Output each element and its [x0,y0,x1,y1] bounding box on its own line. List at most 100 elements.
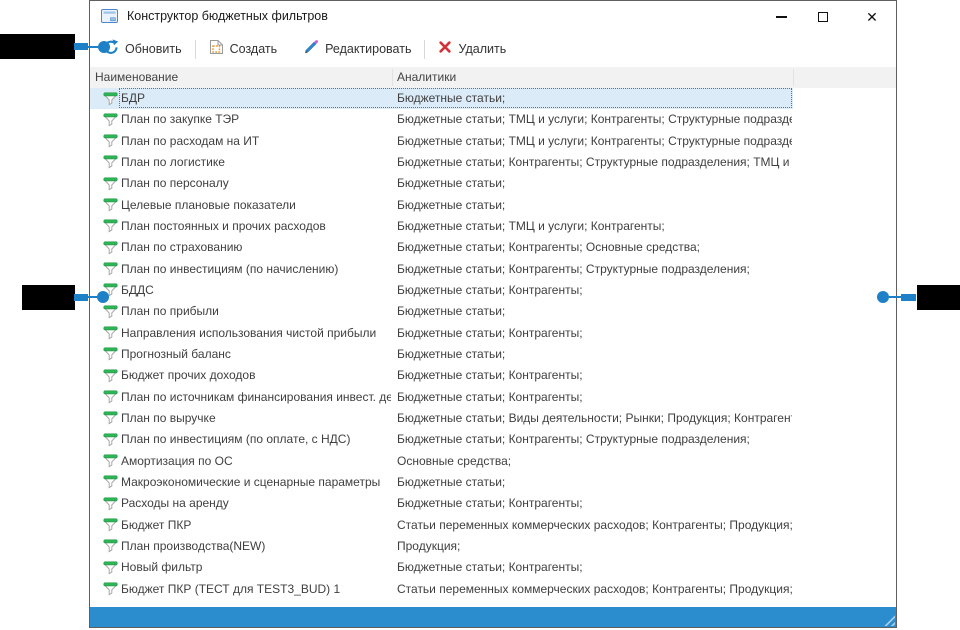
close-icon: ✕ [866,10,878,24]
new-document-icon [209,39,224,60]
connector-line-thick [74,43,88,50]
row-analytics: Статьи переменных коммерческих расходов;… [397,579,792,600]
row-analytics: Бюджетные статьи; [397,301,792,322]
connector-line-thick [74,294,88,301]
row-analytics: Бюджетные статьи; Контрагенты; [397,323,792,344]
redaction-box-mid-right [917,285,960,310]
table-body: БДРБюджетные статьи;План по закупке ТЭРБ… [90,88,896,600]
row-name: План производства(NEW) [121,536,391,557]
connector-dot [97,291,109,303]
edit-label: Редактировать [325,42,411,56]
row-analytics: Бюджетные статьи; Контрагенты; [397,387,792,408]
table-row[interactable]: План по инвестициям (по оплате, с НДС)Бю… [90,429,793,450]
row-analytics: Статьи переменных коммерческих расходов;… [397,515,792,536]
table-row[interactable]: Прогнозный балансБюджетные статьи; [90,344,793,365]
filter-funnel-icon [103,539,118,558]
row-name: План по инвестициям (по оплате, с НДС) [121,429,391,450]
table-row[interactable]: План по страхованию Бюджетные статьи; Кон… [90,237,793,258]
column-header-name[interactable]: Наименование [95,67,178,88]
row-analytics: Бюджетные статьи; [397,472,792,493]
row-name: План по инвестициям (по начислению) [121,259,391,280]
maximize-button[interactable] [806,7,840,26]
row-analytics: Бюджетные статьи; Контрагенты; Основные … [397,237,792,258]
row-analytics: Бюджетные статьи; ТМЦ и услуги; Контраге… [397,109,792,130]
edit-button[interactable]: Редактировать [303,39,411,60]
table-row[interactable]: План производства(NEW) Продукция; [90,536,793,557]
table-row[interactable]: Направления использования чистой прибыли… [90,323,793,344]
filter-funnel-icon [103,497,118,516]
resize-grip-icon[interactable] [881,612,895,626]
toolbar-separator [195,40,196,59]
row-analytics: Основные средства; [397,451,792,472]
row-analytics: Бюджетные статьи; [397,88,792,109]
row-name: План по персоналу [121,173,391,194]
create-button[interactable]: Создать [209,39,278,60]
pencil-icon [303,39,319,60]
filter-funnel-icon [103,198,118,217]
row-name: План по выручке [121,408,391,429]
filter-funnel-icon [103,347,118,366]
row-name: БДР [121,88,391,109]
table-row[interactable]: Бюджет ПКРСтатьи переменных коммерческих… [90,515,793,536]
table-row[interactable]: Амортизация по ОСОсновные средства; [90,451,793,472]
table-row[interactable]: Бюджет ПКР (ТЕСТ для TEST3_BUD) 1 Статьи … [90,579,793,600]
row-analytics: Продукция; [397,536,792,557]
row-name: Прогнозный баланс [121,344,391,365]
app-window-icon [101,9,118,23]
row-name: План по страхованию [121,237,391,258]
filter-funnel-icon [103,454,118,473]
table-row[interactable]: План по расходам на ИТБюджетные статьи; … [90,131,793,152]
table-row[interactable]: План постоянных и прочих расходовБюджетн… [90,216,793,237]
row-name: Макроэкономические и сценарные параметры [121,472,391,493]
filter-funnel-icon [103,326,118,345]
filter-funnel-icon [103,262,118,281]
title-bar[interactable]: Конструктор бюджетных фильтров ✕ [90,1,896,31]
close-button[interactable]: ✕ [855,7,889,26]
table-row[interactable]: План по инвестициям (по начислению)Бюдже… [90,259,793,280]
connector-dot [98,41,110,53]
table-row[interactable]: Макроэкономические и сценарные параметры… [90,472,793,493]
connector-line-thick [901,294,916,301]
table-row[interactable]: План по источникам финансирования инвест… [90,387,793,408]
row-analytics: Бюджетные статьи; [397,173,792,194]
delete-label: Удалить [458,42,506,56]
refresh-button[interactable]: Обновить [103,39,182,60]
delete-button[interactable]: Удалить [438,40,506,59]
row-name: План по прибыли [121,301,391,322]
table-row[interactable]: План по логистикеБюджетные статьи; Контр… [90,152,793,173]
table-row[interactable]: План по выручке Бюджетные статьи; Виды де… [90,408,793,429]
row-name: Расходы на аренду [121,493,391,514]
refresh-label: Обновить [125,42,182,56]
table-row[interactable]: Бюджет прочих доходовБюджетные статьи; К… [90,365,793,386]
row-name: Целевые плановые показатели [121,195,391,216]
row-name: Бюджет ПКР (ТЕСТ для TEST3_BUD) 1 [121,579,391,600]
filter-funnel-icon [103,411,118,430]
minimize-button[interactable] [764,7,798,26]
table-row[interactable]: План по персоналу Бюджетные статьи; [90,173,793,194]
table-row[interactable]: БДР Бюджетные статьи; [90,88,793,109]
row-name: План по источникам финансирования инвест… [121,387,391,408]
filter-funnel-icon [103,134,118,153]
screenshot-canvas: Конструктор бюджетных фильтров ✕ Обновит… [0,0,960,630]
filter-funnel-icon [103,113,118,132]
app-window: Конструктор бюджетных фильтров ✕ Обновит… [89,0,897,628]
filter-funnel-icon [103,561,118,580]
row-analytics: Бюджетные статьи; Контрагенты; [397,557,792,578]
table-row[interactable]: Расходы на аренду Бюджетные статьи; Контр… [90,493,793,514]
maximize-icon [818,12,828,22]
table-row[interactable]: Новый фильтрБюджетные статьи; Контрагент… [90,557,793,578]
filter-funnel-icon [103,155,118,174]
row-analytics: Бюджетные статьи; Контрагенты; [397,493,792,514]
row-name: План по логистике [121,152,391,173]
table-row[interactable]: План по закупке ТЭРБюджетные статьи; ТМЦ… [90,109,793,130]
column-header-analytics[interactable]: Аналитики [397,67,456,88]
column-divider [392,69,393,86]
table-row[interactable]: План по прибыли Бюджетные статьи; [90,301,793,322]
row-analytics: Бюджетные статьи; Виды деятельности; Рын… [397,408,792,429]
grid-header: Наименование Аналитики [90,67,896,88]
table-row[interactable]: БДДСБюджетные статьи; Контрагенты; [90,280,793,301]
table-row[interactable]: Целевые плановые показателиБюджетные ста… [90,195,793,216]
row-name: БДДС [121,280,391,301]
row-analytics: Бюджетные статьи; ТМЦ и услуги; Контраге… [397,131,792,152]
filter-funnel-icon [103,219,118,238]
